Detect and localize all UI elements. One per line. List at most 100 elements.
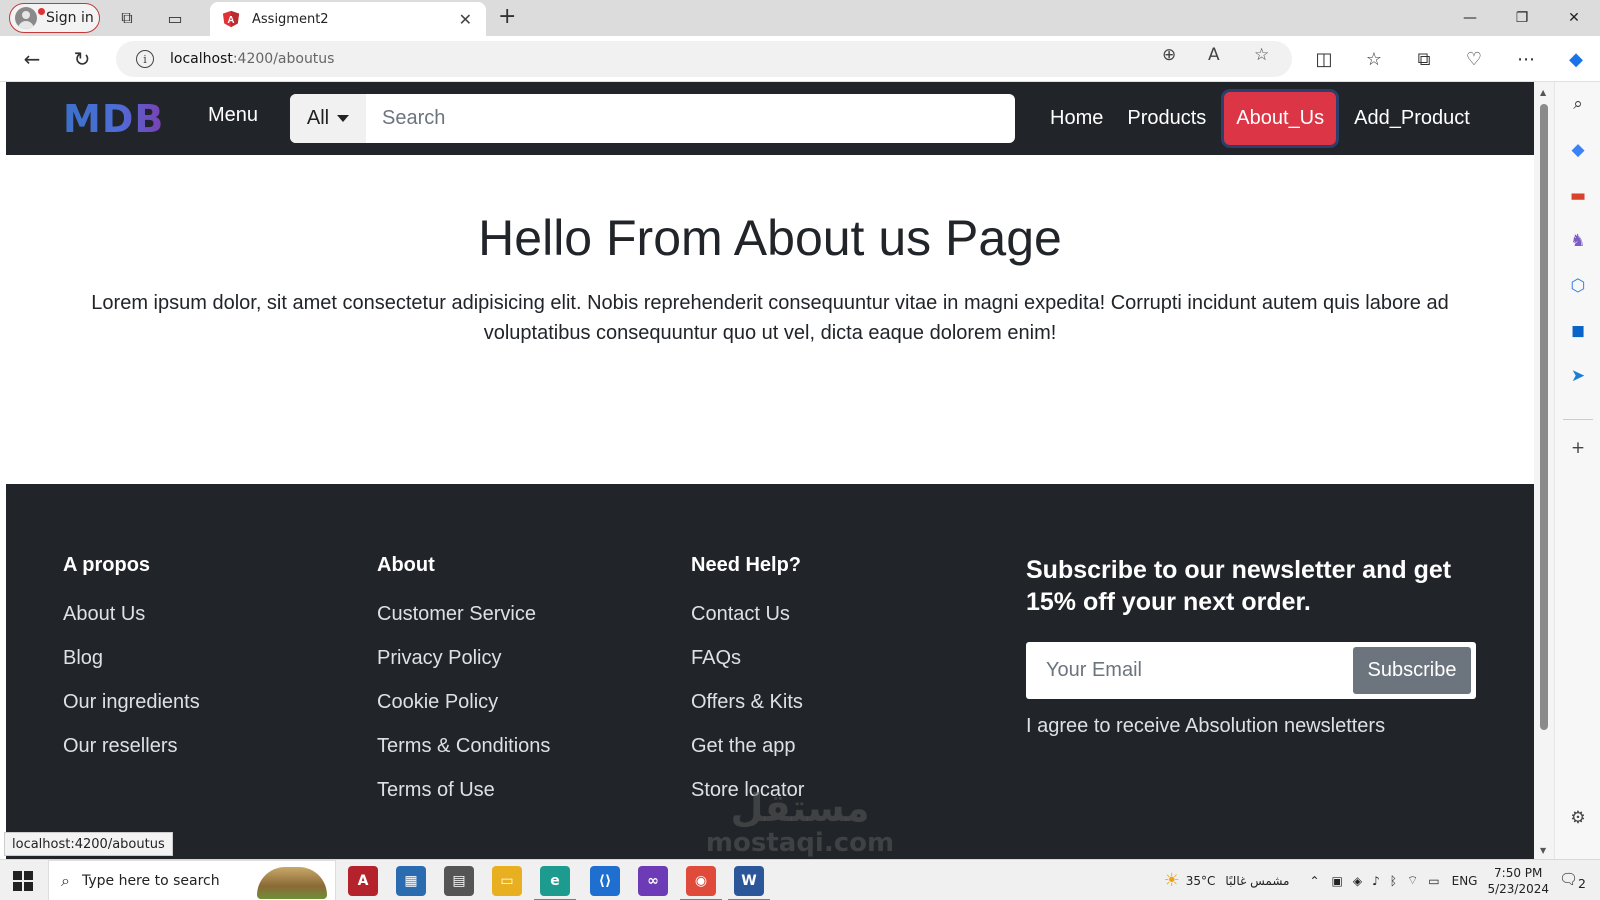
- chrome-app-icon[interactable]: ◉: [680, 866, 722, 900]
- sign-in-label: Sign in: [46, 10, 94, 26]
- favorites-icon[interactable]: ☆: [1360, 45, 1388, 73]
- zoom-icon[interactable]: ⊕: [1162, 45, 1176, 65]
- sidebar-search-icon[interactable]: ⌕: [1566, 92, 1590, 116]
- sidebar-tools-icon[interactable]: ▬: [1566, 184, 1590, 208]
- brand-logo[interactable]: MDB: [63, 100, 164, 138]
- refresh-icon[interactable]: ↻: [68, 45, 96, 73]
- sidebar-shopping-icon[interactable]: ◆: [1566, 138, 1590, 162]
- weather-icon[interactable]: ☀: [1164, 870, 1180, 891]
- browser-tab-bar: Sign in ⧉ ▭ A Assigment2 ✕ + — ❐ ✕: [0, 0, 1600, 36]
- copilot-icon[interactable]: ◆: [1562, 45, 1590, 73]
- weather-temp[interactable]: 35°C: [1186, 874, 1216, 888]
- language-indicator[interactable]: ENG: [1452, 874, 1478, 888]
- footer-link[interactable]: Cookie Policy: [377, 691, 550, 714]
- footer-link[interactable]: Offers & Kits: [691, 691, 804, 714]
- edge-app-icon[interactable]: e: [534, 866, 576, 900]
- sidebar-drop-icon[interactable]: ➤: [1566, 364, 1590, 388]
- wifi-icon[interactable]: ⌔: [1407, 873, 1418, 888]
- site-info-icon[interactable]: i: [136, 50, 154, 68]
- footer-heading: About: [377, 554, 435, 576]
- minimize-icon[interactable]: —: [1444, 0, 1496, 36]
- angular-favicon-icon: A: [222, 10, 240, 28]
- visual-studio-icon[interactable]: ∞: [638, 866, 668, 896]
- favorite-star-icon[interactable]: ☆: [1254, 45, 1269, 65]
- weather-desc[interactable]: مشمس غالبًا: [1225, 874, 1289, 888]
- split-screen-icon[interactable]: ◫: [1310, 45, 1338, 73]
- sidebar-outlook-icon[interactable]: ◼: [1566, 319, 1590, 343]
- footer-column-apropos: A propos About Us Blog Our ingredients O…: [63, 554, 200, 779]
- battery-icon[interactable]: ▭: [1428, 874, 1439, 888]
- access-app-icon[interactable]: A: [348, 866, 378, 896]
- volume-icon[interactable]: ♪: [1372, 874, 1380, 888]
- footer-link[interactable]: About Us: [63, 603, 200, 626]
- footer-link[interactable]: Our resellers: [63, 735, 200, 758]
- bluetooth-icon[interactable]: ᛒ: [1390, 874, 1397, 888]
- taskbar-search[interactable]: ⌕ Type here to search: [48, 860, 336, 900]
- store-app-icon[interactable]: ▦: [396, 866, 426, 896]
- notifications-count: 2: [1578, 876, 1586, 891]
- footer-link[interactable]: Blog: [63, 647, 200, 670]
- scroll-down-icon[interactable]: ▼: [1540, 846, 1546, 855]
- workspaces-icon[interactable]: ⧉: [116, 7, 138, 29]
- footer-link[interactable]: FAQs: [691, 647, 804, 670]
- scroll-up-icon[interactable]: ▲: [1540, 88, 1546, 97]
- close-tab-icon[interactable]: ✕: [459, 10, 472, 29]
- browser-tab-active[interactable]: A Assigment2 ✕: [210, 2, 486, 36]
- window-controls: — ❐ ✕: [1444, 0, 1600, 36]
- search-input[interactable]: [366, 94, 1015, 143]
- tab-actions-icon[interactable]: ▭: [164, 7, 186, 29]
- footer-link[interactable]: Get the app: [691, 735, 804, 758]
- menu-button[interactable]: Menu: [208, 104, 258, 127]
- tray-chevron-icon[interactable]: ⌃: [1309, 874, 1319, 888]
- page-viewport: MDB Menu All Home Products About_Us Add_…: [6, 82, 1534, 859]
- footer-link[interactable]: Our ingredients: [63, 691, 200, 714]
- footer-link[interactable]: Customer Service: [377, 603, 550, 626]
- restore-icon[interactable]: ❐: [1496, 0, 1548, 36]
- footer-column-help: Need Help? Contact Us FAQs Offers & Kits…: [691, 554, 804, 823]
- word-app-icon[interactable]: W: [728, 866, 770, 900]
- taskbar-search-placeholder: Type here to search: [81, 872, 220, 889]
- browser-essentials-icon[interactable]: ♡: [1460, 45, 1488, 73]
- nav-link-home[interactable]: Home: [1038, 92, 1115, 145]
- newsletter-heading: Subscribe to our newsletter and get 15% …: [1026, 556, 1452, 616]
- calculator-app-icon[interactable]: ▤: [444, 866, 474, 896]
- windows-start-icon[interactable]: [13, 871, 33, 891]
- footer-link[interactable]: Terms & Conditions: [377, 735, 550, 758]
- notifications-icon[interactable]: 🗨2: [1559, 870, 1586, 891]
- tray-app-icon[interactable]: ▣: [1332, 874, 1343, 888]
- file-explorer-icon[interactable]: ▭: [492, 866, 522, 896]
- subscribe-button[interactable]: Subscribe: [1353, 647, 1471, 694]
- network-icon[interactable]: ◈: [1353, 874, 1362, 888]
- read-aloud-icon[interactable]: A: [1208, 45, 1220, 65]
- address-bar-row: ← ↻ i localhost:4200/aboutus ⊕ A ☆ ◫ ☆ ⧉…: [0, 36, 1600, 82]
- vscode-app-icon[interactable]: ⟨⟩: [590, 866, 620, 896]
- clock-time: 7:50 PM: [1494, 865, 1543, 880]
- caret-down-icon: [337, 115, 350, 122]
- back-icon[interactable]: ←: [18, 45, 46, 73]
- footer-link[interactable]: Privacy Policy: [377, 647, 550, 670]
- sign-in-button[interactable]: Sign in: [9, 3, 100, 33]
- sidebar-add-icon[interactable]: +: [1566, 436, 1590, 460]
- page-body-text: Lorem ipsum dolor, sit amet consectetur …: [91, 292, 1449, 344]
- url-field[interactable]: i localhost:4200/aboutus: [116, 41, 1292, 77]
- sidebar-games-icon[interactable]: ♞: [1566, 229, 1590, 253]
- nav-link-add-product[interactable]: Add_Product: [1342, 92, 1482, 145]
- footer-link[interactable]: Contact Us: [691, 603, 804, 626]
- more-options-icon[interactable]: ⋯: [1512, 45, 1540, 73]
- email-field[interactable]: [1026, 642, 1353, 699]
- nav-link-products[interactable]: Products: [1115, 92, 1218, 145]
- page-scrollbar[interactable]: ▲ ▼: [1534, 82, 1554, 859]
- collections-icon[interactable]: ⧉: [1410, 45, 1438, 73]
- sidebar-settings-icon[interactable]: ⚙: [1566, 806, 1590, 830]
- search-highlight-image: [257, 867, 327, 899]
- footer-column-about: About Customer Service Privacy Policy Co…: [377, 554, 550, 823]
- url-host: localhost: [170, 51, 233, 67]
- close-window-icon[interactable]: ✕: [1548, 0, 1600, 36]
- nav-link-about-us[interactable]: About_Us: [1224, 92, 1337, 145]
- search-category-dropdown[interactable]: All: [290, 94, 366, 143]
- sidebar-microsoft365-icon[interactable]: ⬡: [1566, 274, 1590, 298]
- taskbar-clock[interactable]: 7:50 PM 5/23/2024: [1487, 865, 1549, 897]
- footer-link[interactable]: Terms of Use: [377, 779, 550, 802]
- scroll-thumb[interactable]: [1540, 104, 1548, 730]
- new-tab-icon[interactable]: +: [498, 4, 516, 29]
